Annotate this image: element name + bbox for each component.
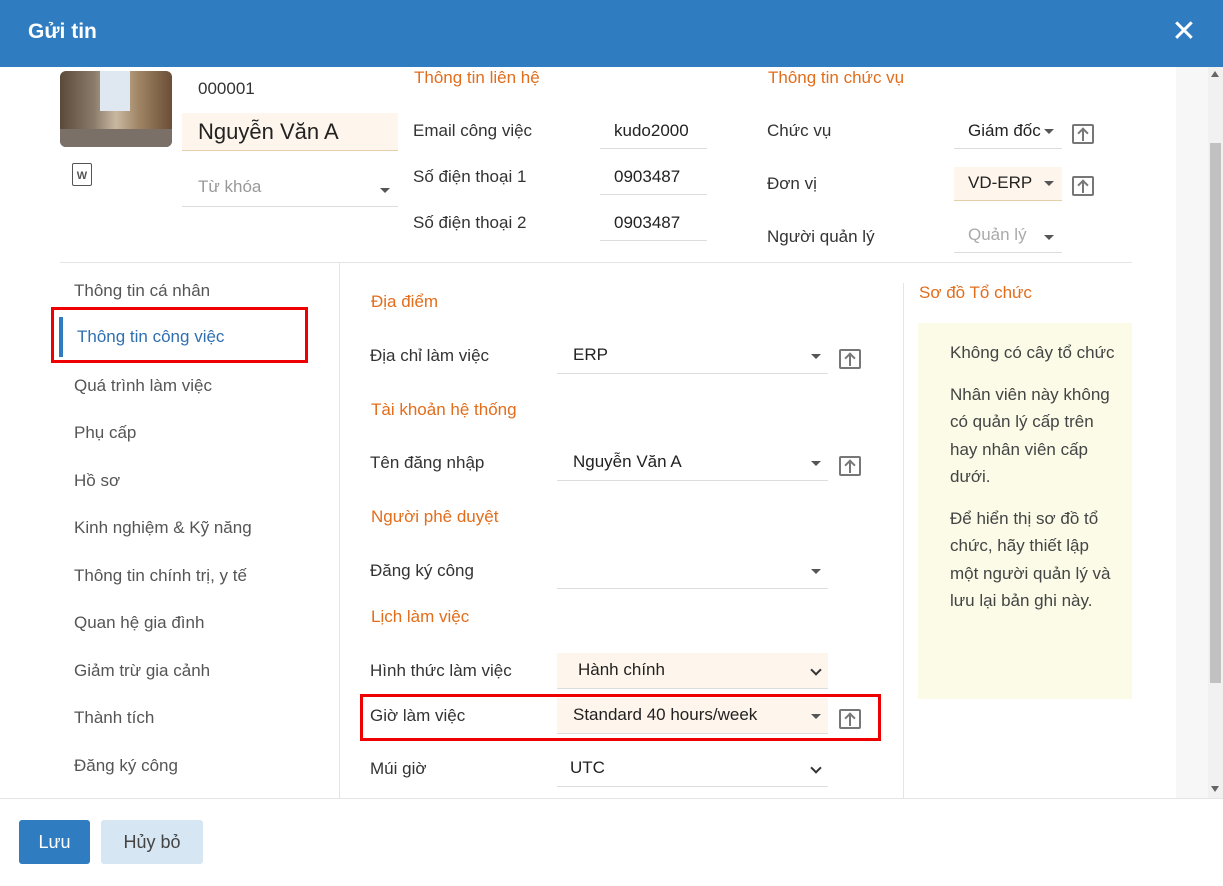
chevron-down-icon (811, 354, 821, 359)
approver-section-title: Người phê duyệt (371, 507, 499, 526)
phone2-field[interactable]: 0903487 (600, 209, 707, 241)
work-type-select[interactable]: Hành chính (557, 653, 828, 689)
timezone-label: Múi giờ (370, 759, 427, 778)
scroll-up-icon[interactable] (1211, 71, 1219, 77)
divider (903, 283, 904, 798)
account-section-title: Tài khoản hệ thống (371, 400, 517, 419)
dialog-header: Gửi tin ✕ (0, 0, 1223, 67)
job-title-label: Chức vụ (767, 121, 832, 140)
org-notice-hint: Để hiển thị sơ đồ tổ chức, hãy thiết lập… (950, 508, 1111, 611)
timezone-value: UTC (570, 758, 605, 777)
org-chart-empty-notice: Không có cây tổ chức Nhân viên này không… (918, 323, 1132, 699)
timezone-select[interactable]: UTC (557, 751, 828, 787)
chevron-down-icon (380, 188, 390, 193)
employee-photo[interactable] (60, 71, 172, 147)
nav-item-work-history[interactable]: Quá trình làm việc (74, 376, 212, 396)
work-hours-select[interactable]: Standard 40 hours/week (557, 698, 828, 734)
nav-item-achievements[interactable]: Thành tích (74, 708, 154, 728)
nav-item-personal-info[interactable]: Thông tin cá nhân (74, 281, 210, 301)
work-type-value: Hành chính (578, 660, 665, 679)
phone1-label: Số điện thoại 1 (413, 167, 527, 186)
chevron-down-icon (1044, 181, 1054, 186)
phone1-field[interactable]: 0903487 (600, 163, 707, 195)
unit-value: VD-ERP (968, 173, 1033, 192)
manager-placeholder: Quản lý (968, 225, 1027, 244)
nav-item-political-medical[interactable]: Thông tin chính trị, y tế (74, 566, 247, 586)
job-title-value: Giám đốc (968, 121, 1041, 140)
open-record-icon[interactable] (1072, 124, 1094, 144)
nav-item-skills[interactable]: Kinh nghiệm & Kỹ năng (74, 518, 252, 538)
work-email-field[interactable]: kudo2000 (600, 117, 707, 149)
close-icon[interactable]: ✕ (1170, 17, 1198, 47)
work-address-value: ERP (573, 345, 608, 364)
highlight-box (51, 307, 308, 363)
nav-item-deductions[interactable]: Giảm trừ gia cảnh (74, 661, 210, 681)
phone2-label: Số điện thoại 2 (413, 213, 527, 232)
nav-item-documents[interactable]: Hồ sơ (74, 471, 120, 491)
nav-item-allowance[interactable]: Phụ cấp (74, 423, 136, 443)
org-notice-no-manager: Nhân viên này không có quản lý cấp trên … (950, 384, 1110, 487)
employee-code: 000001 (198, 79, 255, 98)
cancel-button[interactable]: Hủy bỏ (101, 820, 203, 864)
org-notice-no-tree: Không có cây tổ chức (950, 343, 1115, 362)
open-record-icon[interactable] (839, 456, 861, 476)
open-record-icon[interactable] (839, 349, 861, 369)
work-hours-label: Giờ làm việc (370, 706, 466, 725)
chevron-down-icon (1044, 129, 1054, 134)
manager-label: Người quản lý (767, 227, 875, 246)
timesheet-label: Đăng ký công (370, 561, 474, 580)
open-record-icon[interactable] (1072, 176, 1094, 196)
scrollbar[interactable] (1208, 67, 1223, 798)
chevron-down-icon (811, 461, 821, 466)
chevron-down-icon (1044, 235, 1054, 240)
org-chart-title: Sơ đồ Tổ chức (919, 283, 1032, 302)
divider (339, 263, 340, 798)
employee-name-field[interactable]: Nguyễn Văn A (182, 113, 398, 151)
word-document-icon[interactable]: W (72, 163, 92, 186)
work-address-select[interactable]: ERP (557, 338, 828, 374)
nav-item-family[interactable]: Quan hệ gia đình (74, 613, 204, 633)
login-value: Nguyễn Văn A (573, 452, 682, 471)
chevron-down-icon (811, 714, 821, 719)
save-button[interactable]: Lưu (19, 820, 90, 864)
work-email-label: Email công việc (413, 121, 533, 140)
scrollbar-thumb[interactable] (1210, 143, 1221, 683)
dialog-body: W 000001 Nguyễn Văn A Từ khóa Thông tin … (0, 67, 1223, 798)
contact-section-title: Thông tin liên hệ (414, 68, 540, 87)
unit-label: Đơn vị (767, 174, 817, 193)
dialog-title: Gửi tin (28, 20, 97, 43)
timesheet-approver-select[interactable] (557, 553, 828, 589)
position-section-title: Thông tin chức vụ (768, 68, 905, 87)
scroll-down-icon[interactable] (1211, 786, 1219, 792)
keyword-select[interactable]: Từ khóa (182, 171, 398, 207)
work-type-label: Hình thức làm việc (370, 661, 512, 680)
divider (60, 262, 1132, 263)
nav-item-timesheet[interactable]: Đăng ký công (74, 756, 178, 776)
location-section-title: Địa điểm (371, 292, 439, 311)
dialog-footer: Lưu Hủy bỏ (0, 798, 1223, 886)
schedule-section-title: Lịch làm việc (371, 607, 470, 626)
work-hours-value: Standard 40 hours/week (573, 705, 758, 724)
login-select[interactable]: Nguyễn Văn A (557, 445, 828, 481)
open-record-icon[interactable] (839, 709, 861, 729)
work-address-label: Địa chỉ làm việc (370, 346, 490, 365)
keyword-placeholder: Từ khóa (198, 177, 262, 196)
chevron-down-icon (811, 569, 821, 574)
login-label: Tên đăng nhập (370, 453, 485, 472)
